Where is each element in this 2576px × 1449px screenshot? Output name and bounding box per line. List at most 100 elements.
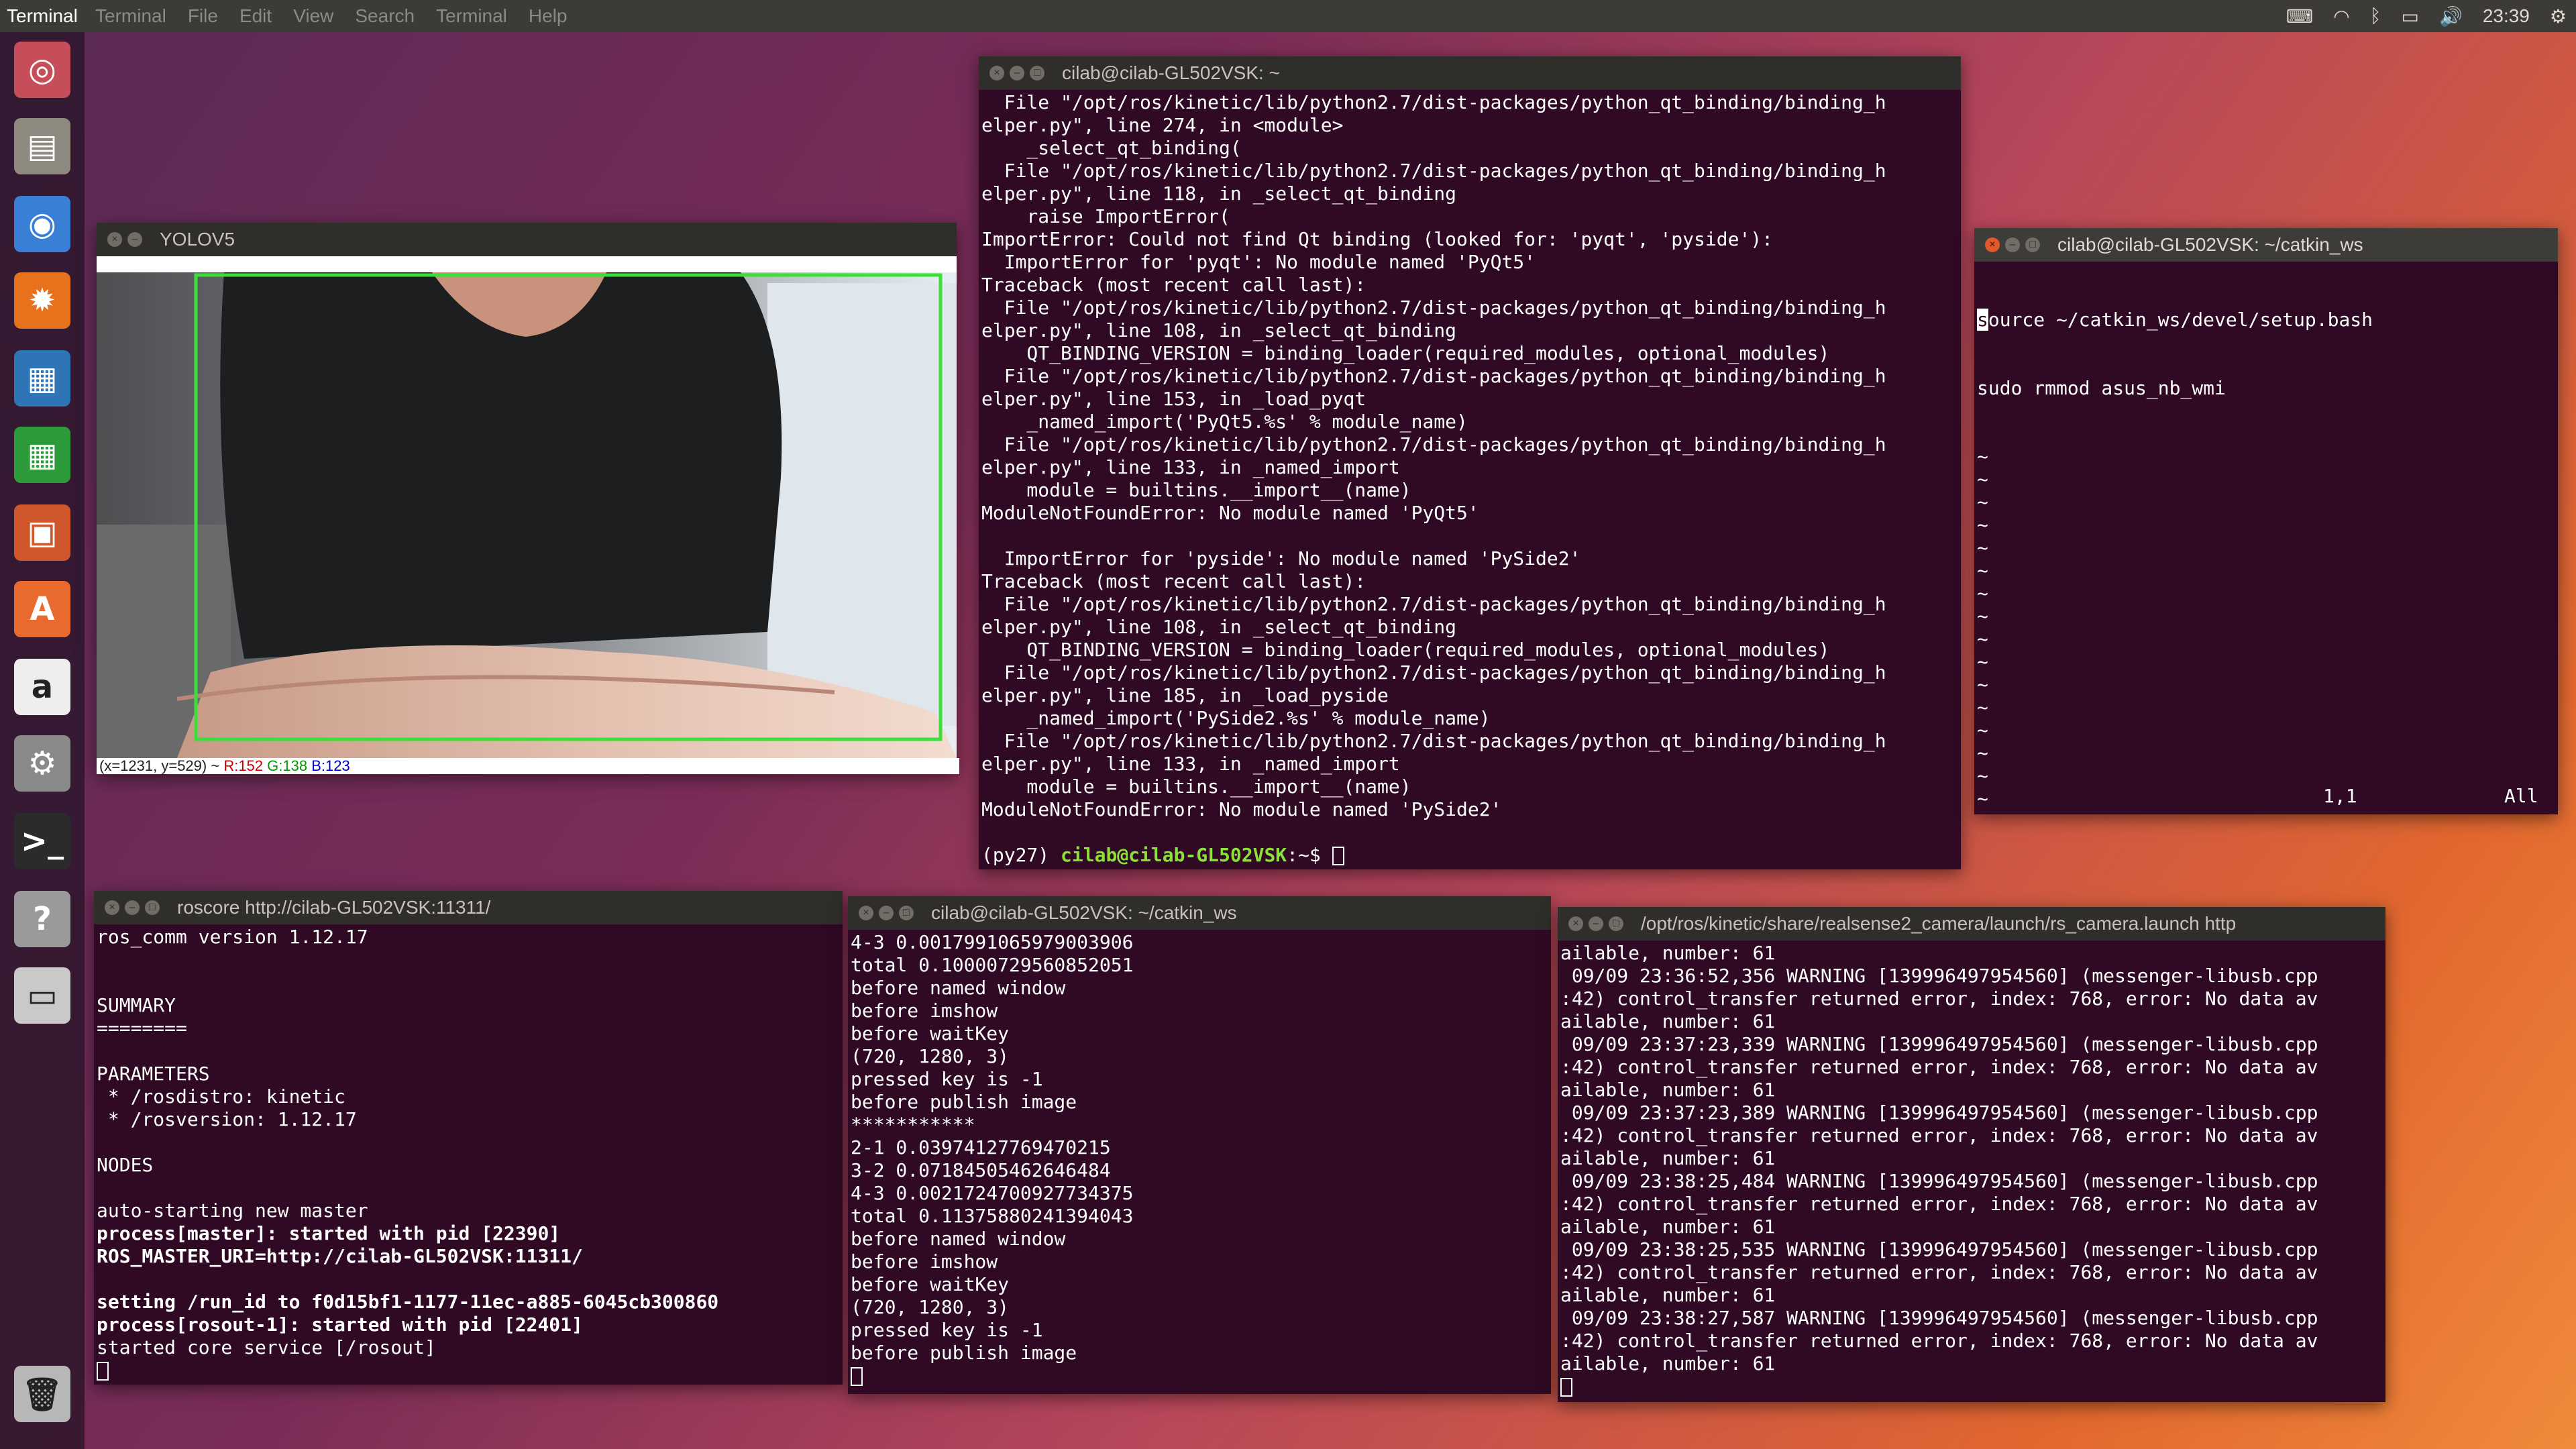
close-icon[interactable]: × bbox=[989, 66, 1004, 80]
terminal-realsense-titlebar[interactable]: × – □ /opt/ros/kinetic/share/realsense2_ca… bbox=[1558, 907, 2385, 941]
terminal-catkin-output[interactable]: 4-3 0.0017991065979003906 total 0.1000072… bbox=[848, 930, 1551, 1394]
maximize-icon[interactable]: □ bbox=[1030, 66, 1044, 80]
close-icon[interactable]: × bbox=[859, 906, 873, 920]
output-line: _select_qt_binding( bbox=[981, 137, 1242, 159]
output-line: File "/opt/ros/kinetic/lib/python2.7/dis… bbox=[981, 160, 1886, 182]
prompt-env: (py27) bbox=[981, 844, 1061, 866]
vim-empty-line: ~ bbox=[1977, 674, 1988, 696]
libreoffice-impress-icon: ▣ bbox=[14, 504, 70, 561]
output-line: process[rosout-1]: started with pid [224… bbox=[97, 1313, 583, 1336]
launcher-item-4[interactable]: ▦ bbox=[7, 343, 77, 413]
minimize-icon[interactable]: – bbox=[1589, 916, 1603, 931]
close-icon[interactable]: × bbox=[105, 900, 119, 915]
menu-search[interactable]: Search bbox=[355, 5, 415, 27]
output-line: elper.py", line 274, in <module> bbox=[981, 114, 1344, 136]
output-line: File "/opt/ros/kinetic/lib/python2.7/dis… bbox=[981, 593, 1886, 615]
terminal-home-titlebar[interactable]: × – □ cilab@cilab-GL502VSK: ~ bbox=[979, 56, 1961, 90]
launcher-item-1[interactable]: ▤ bbox=[7, 111, 77, 181]
clock[interactable]: 23:39 bbox=[2483, 5, 2530, 27]
vim-editor[interactable]: source ~/catkin_ws/devel/setup.bash sudo… bbox=[1974, 262, 2558, 814]
launcher-item-3[interactable]: ✹ bbox=[7, 266, 77, 335]
vim-empty-line: ~ bbox=[1977, 559, 1988, 582]
minimize-icon[interactable]: – bbox=[125, 900, 140, 915]
keyboard-icon[interactable]: ⌨ bbox=[2286, 5, 2313, 28]
terminal-roscore-titlebar[interactable]: × – □ roscore http://cilab-GL502VSK:11311/ bbox=[94, 891, 843, 924]
battery-icon[interactable]: ▭ bbox=[2401, 5, 2418, 28]
vim-empty-line: ~ bbox=[1977, 491, 1988, 513]
yolo-status-bar: (x=1231, y=529) ~ R:152 G:138 B:123 bbox=[97, 758, 959, 774]
output-line: :42) control_transfer returned error, in… bbox=[1560, 1330, 2318, 1352]
menu-file[interactable]: File bbox=[188, 5, 218, 27]
terminal-cursor bbox=[1332, 847, 1344, 865]
output-line: ailable, number: 61 bbox=[1560, 1352, 1776, 1375]
terminal-window-catkin-vim: × – □ cilab@cilab-GL502VSK: ~/catkin_ws so… bbox=[1974, 228, 2558, 814]
vim-empty-line: ~ bbox=[1977, 514, 1988, 536]
vim-empty-line: ~ bbox=[1977, 696, 1988, 718]
minimize-icon[interactable]: – bbox=[127, 232, 142, 247]
window-title: cilab@cilab-GL502VSK: ~ bbox=[1062, 62, 1280, 83]
minimize-icon[interactable]: – bbox=[879, 906, 894, 920]
minimize-icon[interactable]: – bbox=[2005, 237, 2020, 252]
libreoffice-calc-icon: ▦ bbox=[14, 427, 70, 483]
minimize-icon[interactable]: – bbox=[1010, 66, 1024, 80]
pixel-g: G:138 bbox=[267, 758, 308, 774]
launcher-item-13[interactable]: 🗑 bbox=[7, 1359, 77, 1429]
maximize-icon[interactable]: □ bbox=[2025, 237, 2040, 252]
launcher-item-2[interactable]: ◉ bbox=[7, 189, 77, 259]
volume-icon[interactable]: 🔊 bbox=[2439, 5, 2463, 28]
launcher-item-12[interactable]: ▭ bbox=[7, 961, 77, 1030]
output-line: Traceback (most recent call last): bbox=[981, 274, 1366, 296]
menu-help[interactable]: Help bbox=[529, 5, 568, 27]
window-title: YOLOV5 bbox=[160, 229, 235, 250]
output-line: ROS_MASTER_URI=http://cilab-GL502VSK:113… bbox=[97, 1245, 583, 1267]
vim-empty-line: ~ bbox=[1977, 468, 1988, 490]
launcher-item-10[interactable]: >_ bbox=[7, 806, 77, 876]
yolov5-titlebar[interactable]: × – YOLOV5 bbox=[97, 223, 957, 256]
terminal-home-output[interactable]: File "/opt/ros/kinetic/lib/python2.7/dis… bbox=[979, 90, 1961, 869]
output-line: 09/09 23:38:25,484 WARNING [139996497954… bbox=[1560, 1170, 2318, 1192]
output-line: before named window bbox=[851, 1228, 1066, 1250]
output-line: :42) control_transfer returned error, in… bbox=[1560, 1124, 2318, 1146]
close-icon[interactable]: × bbox=[1568, 916, 1583, 931]
terminal-cursor bbox=[97, 1362, 109, 1381]
terminal-roscore-output[interactable]: ros_comm version 1.12.17 SUMMARY ======== P… bbox=[94, 924, 843, 1385]
yolov5-window: × – YOLOV5 (x=1231, y=529) ~ R:152 G:138… bbox=[97, 223, 959, 774]
indicator-area: ⌨ ◠ ᛒ ▭ 🔊 23:39 ⚙ bbox=[2286, 3, 2567, 30]
maximize-icon[interactable]: □ bbox=[145, 900, 160, 915]
terminal-catkin-titlebar[interactable]: × – □ cilab@cilab-GL502VSK: ~/catkin_ws bbox=[848, 896, 1551, 930]
output-line: before waitKey bbox=[851, 1022, 1010, 1044]
output-line: File "/opt/ros/kinetic/lib/python2.7/dis… bbox=[981, 730, 1886, 752]
terminal-vim-titlebar[interactable]: × – □ cilab@cilab-GL502VSK: ~/catkin_ws bbox=[1974, 228, 2558, 262]
launcher: ◎ ▤ ◉ ✹ ▦ ▦ ▣ Aa ⚙ >_? ▭ 🗑 bbox=[0, 32, 85, 1449]
menu-edit[interactable]: Edit bbox=[239, 5, 272, 27]
vim-empty-line: ~ bbox=[1977, 445, 1988, 468]
maximize-icon[interactable]: □ bbox=[1609, 916, 1623, 931]
menu-terminal-2[interactable]: Terminal bbox=[436, 5, 507, 27]
launcher-item-6[interactable]: ▣ bbox=[7, 498, 77, 568]
output-line: * /rosversion: 1.12.17 bbox=[97, 1108, 357, 1130]
launcher-item-0[interactable]: ◎ bbox=[7, 35, 77, 105]
vim-line-1: source ~/catkin_ws/devel/setup.bash bbox=[1977, 309, 2555, 331]
wifi-icon[interactable]: ◠ bbox=[2333, 5, 2349, 28]
close-icon[interactable]: × bbox=[1985, 237, 2000, 252]
launcher-item-7[interactable]: A bbox=[7, 574, 77, 644]
maximize-icon[interactable]: □ bbox=[899, 906, 914, 920]
launcher-item-9[interactable]: ⚙ bbox=[7, 729, 77, 798]
prompt-line: (py27) cilab@cilab-GL502VSK:~$ bbox=[981, 844, 1958, 867]
terminal-realsense-output[interactable]: ailable, number: 61 09/09 23:36:52,356 W… bbox=[1558, 941, 2385, 1402]
close-icon[interactable]: × bbox=[107, 232, 122, 247]
prompt-line bbox=[97, 1359, 840, 1382]
menu-terminal[interactable]: Terminal bbox=[95, 5, 166, 27]
settings-icon[interactable]: ⚙ bbox=[2550, 5, 2567, 28]
output-line: before imshow bbox=[851, 1000, 998, 1022]
output-line: ModuleNotFoundError: No module named 'Py… bbox=[981, 798, 1502, 820]
launcher-item-11[interactable]: ? bbox=[7, 884, 77, 954]
bluetooth-icon[interactable]: ᛒ bbox=[2370, 5, 2381, 27]
launcher-item-5[interactable]: ▦ bbox=[7, 420, 77, 490]
menu-view[interactable]: View bbox=[293, 5, 333, 27]
launcher-item-8[interactable]: a bbox=[7, 652, 77, 722]
output-line: ailable, number: 61 bbox=[1560, 1079, 1776, 1101]
